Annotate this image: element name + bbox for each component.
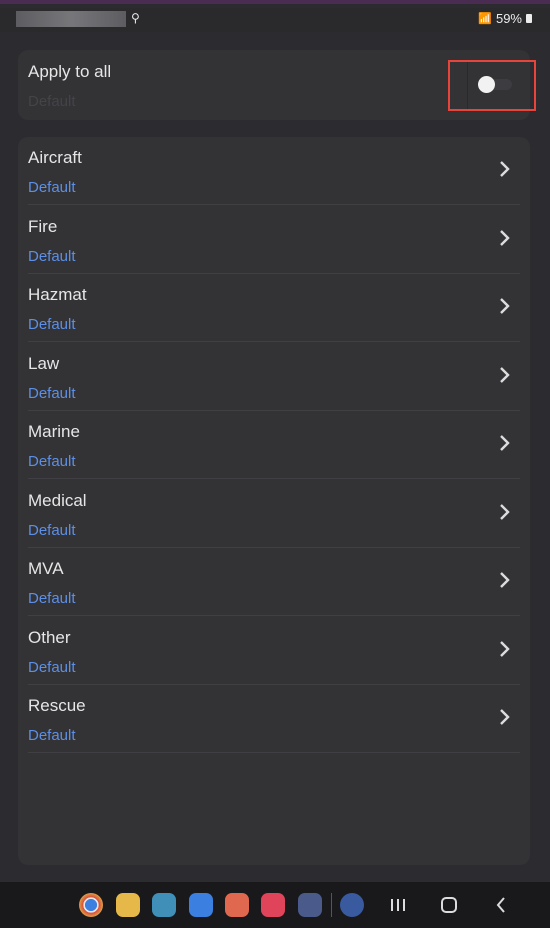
apply-to-all-subtitle: Default bbox=[28, 93, 76, 110]
apps-grid-icon[interactable] bbox=[298, 893, 322, 917]
back-icon bbox=[496, 897, 505, 913]
highlight-annotation bbox=[448, 60, 536, 111]
home-icon bbox=[441, 897, 457, 913]
wifi-icon: 📶 bbox=[478, 13, 492, 25]
calendar-icon[interactable] bbox=[152, 893, 176, 917]
category-row-hazmat[interactable]: Hazmat Default bbox=[28, 274, 520, 342]
category-row-aircraft[interactable]: Aircraft Default bbox=[28, 137, 520, 205]
category-title: Other bbox=[28, 627, 71, 647]
contacts-icon[interactable] bbox=[225, 893, 249, 917]
screen: ⚲ 📶 59% Apply to all Default Aircraft Def… bbox=[0, 0, 550, 928]
category-title: Medical bbox=[28, 490, 87, 510]
category-value: Default bbox=[28, 453, 76, 470]
category-title: MVA bbox=[28, 559, 64, 578]
camera-icon[interactable] bbox=[261, 893, 285, 917]
settings-icon[interactable] bbox=[340, 893, 364, 917]
category-row-fire[interactable]: Fire Default bbox=[28, 206, 520, 274]
category-title: Aircraft bbox=[28, 148, 82, 167]
category-value: Default bbox=[28, 179, 76, 196]
category-list-card: Aircraft Default Fire Default Hazmat Default L… bbox=[18, 137, 530, 865]
category-value: Default bbox=[28, 247, 76, 265]
battery-percent: 59% bbox=[495, 11, 522, 26]
battery-icon bbox=[526, 14, 532, 23]
chevron-right-icon bbox=[500, 161, 510, 177]
files-icon[interactable] bbox=[116, 893, 140, 917]
category-row-rescue[interactable]: Rescue Default bbox=[28, 685, 520, 753]
category-row-other[interactable]: Other Default bbox=[28, 617, 520, 685]
category-value: Default bbox=[28, 316, 76, 333]
chevron-right-icon bbox=[500, 229, 510, 246]
category-value: Default bbox=[28, 384, 76, 402]
category-title: Marine bbox=[28, 422, 80, 441]
chevron-right-icon bbox=[500, 435, 510, 451]
category-title: Rescue bbox=[28, 696, 86, 715]
category-value: Default bbox=[28, 658, 76, 676]
back-button[interactable] bbox=[487, 891, 515, 919]
category-row-mva[interactable]: MVA Default bbox=[28, 548, 520, 616]
chevron-right-icon bbox=[500, 572, 510, 588]
key-icon: ⚲ bbox=[131, 11, 140, 25]
dock-separator bbox=[331, 893, 332, 917]
chrome-icon[interactable] bbox=[79, 893, 103, 917]
category-value: Default bbox=[28, 521, 76, 539]
chevron-right-icon bbox=[500, 503, 510, 520]
chevron-right-icon bbox=[500, 366, 510, 383]
category-value: Default bbox=[28, 590, 76, 607]
category-title: Law bbox=[28, 353, 60, 373]
navigation-bar bbox=[0, 882, 550, 928]
recent-apps-icon bbox=[391, 899, 405, 911]
home-button[interactable] bbox=[435, 891, 463, 919]
category-title: Hazmat bbox=[28, 285, 87, 304]
chevron-right-icon bbox=[500, 298, 510, 314]
blurred-status-info bbox=[16, 11, 126, 27]
status-right-group: 📶 59% bbox=[478, 11, 532, 26]
chevron-right-icon bbox=[500, 640, 510, 657]
messages-icon[interactable] bbox=[189, 893, 213, 917]
category-value: Default bbox=[28, 727, 76, 744]
category-row-marine[interactable]: Marine Default bbox=[28, 411, 520, 479]
status-bar: ⚲ 📶 59% bbox=[0, 8, 550, 32]
category-row-law[interactable]: Law Default bbox=[28, 343, 520, 411]
chevron-right-icon bbox=[500, 709, 510, 725]
category-row-medical[interactable]: Medical Default bbox=[28, 480, 520, 548]
apply-to-all-label: Apply to all bbox=[28, 62, 112, 81]
category-title: Fire bbox=[28, 216, 58, 236]
recent-apps-button[interactable] bbox=[384, 891, 412, 919]
